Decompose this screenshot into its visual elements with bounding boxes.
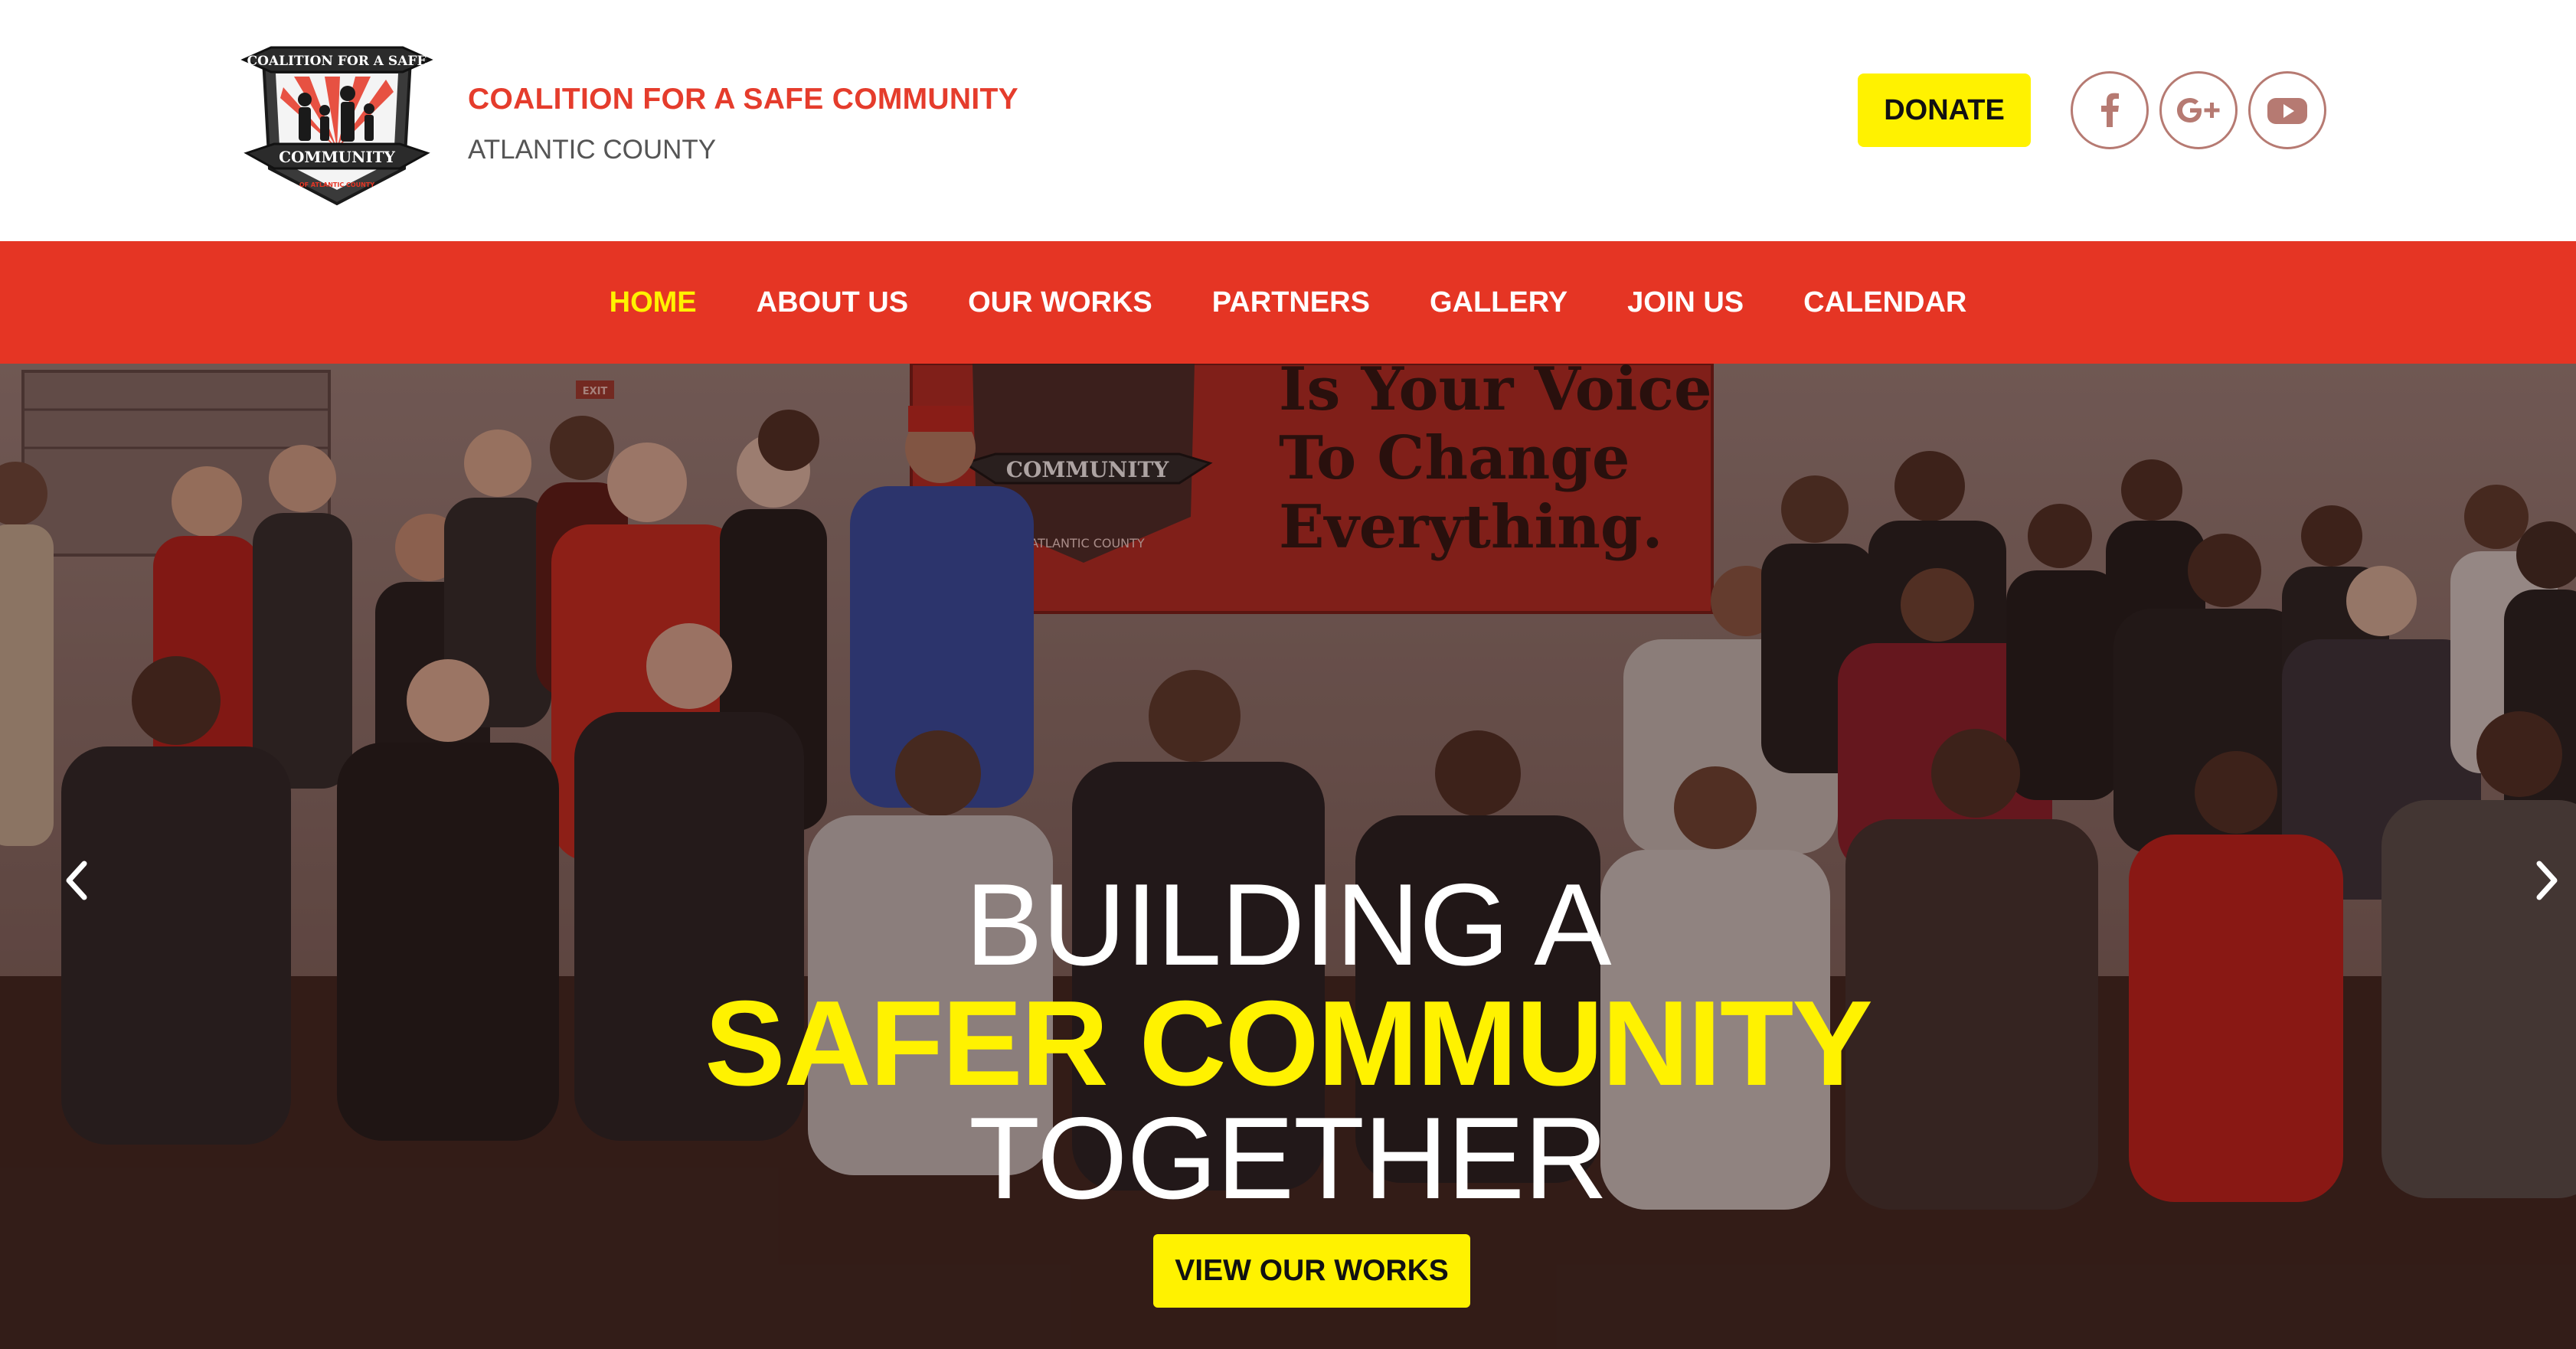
coalition-logo[interactable]: COALITION FOR A SAFE COMMUNITY OF ATLANT… — [240, 34, 433, 207]
site-header: COALITION FOR A SAFE COMMUNITY OF ATLANT… — [0, 0, 2576, 241]
logo-bottom-text: COMMUNITY — [279, 148, 396, 166]
youtube-icon — [2267, 98, 2307, 124]
nav-item-gallery[interactable]: GALLERY — [1430, 286, 1568, 319]
hero-slider: EXIT COMMUNITY ATLANTIC COUNTY Is Your V… — [0, 364, 2576, 1349]
view-our-works-button[interactable]: VIEW OUR WORKS — [1153, 1234, 1470, 1308]
facebook-icon — [2101, 93, 2119, 127]
nav-item-calendar[interactable]: CALENDAR — [1803, 286, 1966, 319]
hero-headline-line-1: BUILDING A — [965, 860, 1611, 990]
hero-headline-line-3: TOGETHER — [969, 1093, 1608, 1223]
logo-tag-text: OF ATLANTIC COUNTY — [299, 181, 374, 188]
nav-item-join-us[interactable]: JOIN US — [1627, 286, 1744, 319]
google-plus-icon — [2177, 98, 2220, 122]
donate-button[interactable]: DONATE — [1858, 73, 2031, 147]
logo-top-text: COALITION FOR A SAFE — [247, 54, 427, 69]
google-plus-link[interactable] — [2159, 71, 2238, 149]
youtube-link[interactable] — [2248, 71, 2326, 149]
facebook-link[interactable] — [2071, 71, 2149, 149]
hero-headline-line-2: SAFER COMMUNITY — [704, 976, 1873, 1111]
nav-item-our-works[interactable]: OUR WORKS — [968, 286, 1152, 319]
site-title[interactable]: COALITION FOR A SAFE COMMUNITY — [468, 83, 1018, 116]
site-subtitle: ATLANTIC COUNTY — [468, 135, 717, 165]
nav-item-partners[interactable]: PARTNERS — [1212, 286, 1370, 319]
nav-item-about-us[interactable]: ABOUT US — [757, 286, 908, 319]
nav-item-home[interactable]: HOME — [610, 286, 697, 319]
main-nav: HOME ABOUT US OUR WORKS PARTNERS GALLERY… — [0, 241, 2576, 364]
